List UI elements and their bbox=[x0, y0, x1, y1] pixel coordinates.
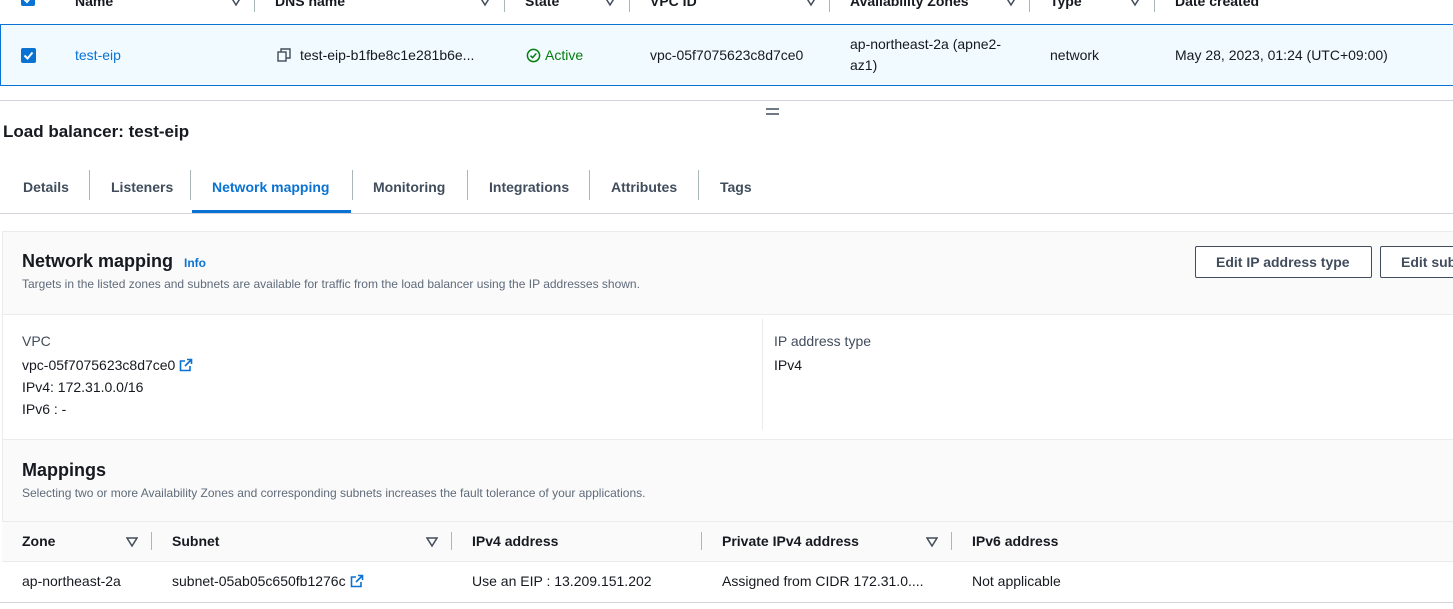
vpc-ipv4-cidr: IPv4: 172.31.0.0/16 bbox=[22, 379, 144, 395]
vpc-link[interactable]: vpc-05f7075623c8d7ce0 bbox=[22, 357, 193, 373]
column-header-name[interactable]: Name bbox=[75, 0, 113, 12]
column-header-vpc-id[interactable]: VPC ID bbox=[650, 0, 697, 12]
column-header-type[interactable]: Type bbox=[1050, 0, 1082, 12]
column-separator[interactable] bbox=[1029, 0, 1030, 12]
success-icon bbox=[526, 48, 541, 62]
table-bottom-border bbox=[0, 602, 1453, 603]
sort-down-icon[interactable] bbox=[479, 0, 491, 7]
column-header-subnet[interactable]: Subnet bbox=[172, 533, 219, 549]
tab-attributes[interactable]: Attributes bbox=[611, 160, 677, 213]
tab-separator bbox=[589, 170, 590, 200]
column-separator[interactable] bbox=[829, 0, 830, 12]
column-header-state[interactable]: State bbox=[525, 0, 559, 12]
sort-down-icon[interactable] bbox=[230, 0, 242, 7]
zone-cell: ap-northeast-2a bbox=[22, 573, 121, 589]
subnet-link[interactable]: subnet-05ab05c650fb1276c bbox=[172, 573, 364, 589]
tab-separator bbox=[89, 170, 90, 200]
column-header-availability-zones[interactable]: Availability Zones bbox=[850, 0, 969, 12]
vpc-details-panel bbox=[3, 314, 1453, 440]
table-header: Name DNS name State VPC ID Availability … bbox=[0, 0, 1453, 12]
column-separator[interactable] bbox=[504, 0, 505, 12]
private-ipv4-address-cell: Assigned from CIDR 172.31.0.... bbox=[722, 573, 924, 589]
resize-handle-icon[interactable] bbox=[766, 106, 779, 116]
vpc-ipv6-cidr: IPv6 : - bbox=[22, 401, 67, 417]
type-cell: network bbox=[1050, 47, 1100, 63]
tab-monitoring[interactable]: Monitoring bbox=[373, 160, 445, 213]
column-separator[interactable] bbox=[629, 0, 630, 12]
page-title: Load balancer: test-eip bbox=[3, 122, 190, 141]
table-row[interactable]: test-eip test-eip-b1fbe8c1e281b6e... Act… bbox=[0, 24, 1453, 86]
column-separator[interactable] bbox=[701, 532, 702, 550]
sort-down-icon[interactable] bbox=[426, 536, 438, 548]
tab-integrations[interactable]: Integrations bbox=[489, 160, 569, 213]
mappings-description: Selecting two or more Availability Zones… bbox=[22, 486, 646, 500]
column-separator[interactable] bbox=[951, 532, 952, 550]
check-icon bbox=[23, 0, 30, 4]
column-separator[interactable] bbox=[254, 0, 255, 12]
split-panel-divider bbox=[0, 100, 1453, 101]
copy-icon[interactable] bbox=[277, 48, 291, 62]
sort-down-icon[interactable] bbox=[126, 536, 138, 548]
column-header-ipv4-address: IPv4 address bbox=[472, 533, 559, 549]
lb-name-link[interactable]: test-eip bbox=[75, 25, 121, 85]
check-icon bbox=[23, 51, 34, 60]
vpc-link-text[interactable]: vpc-05f7075623c8d7ce0 bbox=[22, 357, 175, 373]
tab-network-mapping[interactable]: Network mapping bbox=[212, 160, 329, 213]
load-balancers-table: Name DNS name State VPC ID Availability … bbox=[0, 0, 1453, 102]
tab-separator bbox=[352, 170, 353, 200]
state-value: Active bbox=[545, 47, 584, 63]
column-header-date-created[interactable]: Date created bbox=[1175, 0, 1259, 12]
subnet-link-text[interactable]: subnet-05ab05c650fb1276c bbox=[172, 573, 346, 589]
vpc-id-cell: vpc-05f7075623c8d7ce0 bbox=[650, 47, 804, 63]
mappings-title: Mappings bbox=[22, 460, 106, 480]
sort-down-icon[interactable] bbox=[1005, 0, 1017, 7]
az-line-2: az1) bbox=[850, 57, 878, 73]
ip-address-type-value: IPv4 bbox=[774, 357, 803, 373]
tab-separator bbox=[467, 170, 468, 200]
column-separator[interactable] bbox=[151, 532, 152, 550]
column-divider bbox=[762, 319, 763, 430]
row-checkbox[interactable] bbox=[21, 48, 36, 63]
column-separator[interactable] bbox=[1154, 0, 1155, 12]
network-mapping-description: Targets in the listed zones and subnets … bbox=[22, 277, 640, 291]
column-header-zone[interactable]: Zone bbox=[22, 533, 55, 549]
tab-details[interactable]: Details bbox=[23, 160, 69, 213]
column-header-dns-name[interactable]: DNS name bbox=[275, 0, 345, 12]
state-cell: Active bbox=[526, 25, 583, 85]
external-link-icon bbox=[350, 574, 363, 588]
ip-address-type-label: IP address type bbox=[774, 333, 872, 349]
edit-ip-address-type-button[interactable]: Edit IP address type bbox=[1195, 246, 1372, 278]
column-header-ipv6-address: IPv6 address bbox=[972, 533, 1059, 549]
tab-separator bbox=[698, 170, 699, 200]
date-created-cell: May 28, 2023, 01:24 (UTC+09:00) bbox=[1175, 47, 1388, 63]
dns-name-value: test-eip-b1fbe8c1e281b6e... bbox=[300, 47, 475, 63]
sort-down-icon[interactable] bbox=[805, 0, 817, 7]
select-all-checkbox[interactable] bbox=[21, 0, 35, 6]
ipv6-address-cell: Not applicable bbox=[972, 573, 1061, 589]
tab-list: Details Listeners Network mapping Monito… bbox=[0, 160, 1453, 214]
active-tab-indicator bbox=[192, 210, 351, 213]
sort-down-icon[interactable] bbox=[604, 0, 616, 7]
edit-subnets-button[interactable]: Edit subnets bbox=[1380, 246, 1453, 278]
sort-down-icon[interactable] bbox=[926, 536, 938, 548]
dns-name-cell: test-eip-b1fbe8c1e281b6e... bbox=[277, 25, 474, 85]
tab-separator bbox=[190, 170, 191, 200]
ipv4-address-cell: Use an EIP : 13.209.151.202 bbox=[472, 573, 652, 589]
az-line-1: ap-northeast-2a (apne2- bbox=[850, 36, 1001, 52]
info-link[interactable]: Info bbox=[184, 256, 206, 270]
external-link-icon bbox=[180, 358, 193, 372]
availability-zones-cell: ap-northeast-2a (apne2- az1) bbox=[850, 25, 1001, 85]
tab-listeners[interactable]: Listeners bbox=[111, 160, 173, 213]
tab-tags[interactable]: Tags bbox=[720, 160, 752, 213]
network-mapping-title: Network mapping bbox=[22, 251, 174, 271]
vpc-label: VPC bbox=[22, 333, 51, 349]
column-separator[interactable] bbox=[451, 532, 452, 550]
column-header-private-ipv4-address[interactable]: Private IPv4 address bbox=[722, 533, 859, 549]
sort-down-icon[interactable] bbox=[1129, 0, 1141, 7]
